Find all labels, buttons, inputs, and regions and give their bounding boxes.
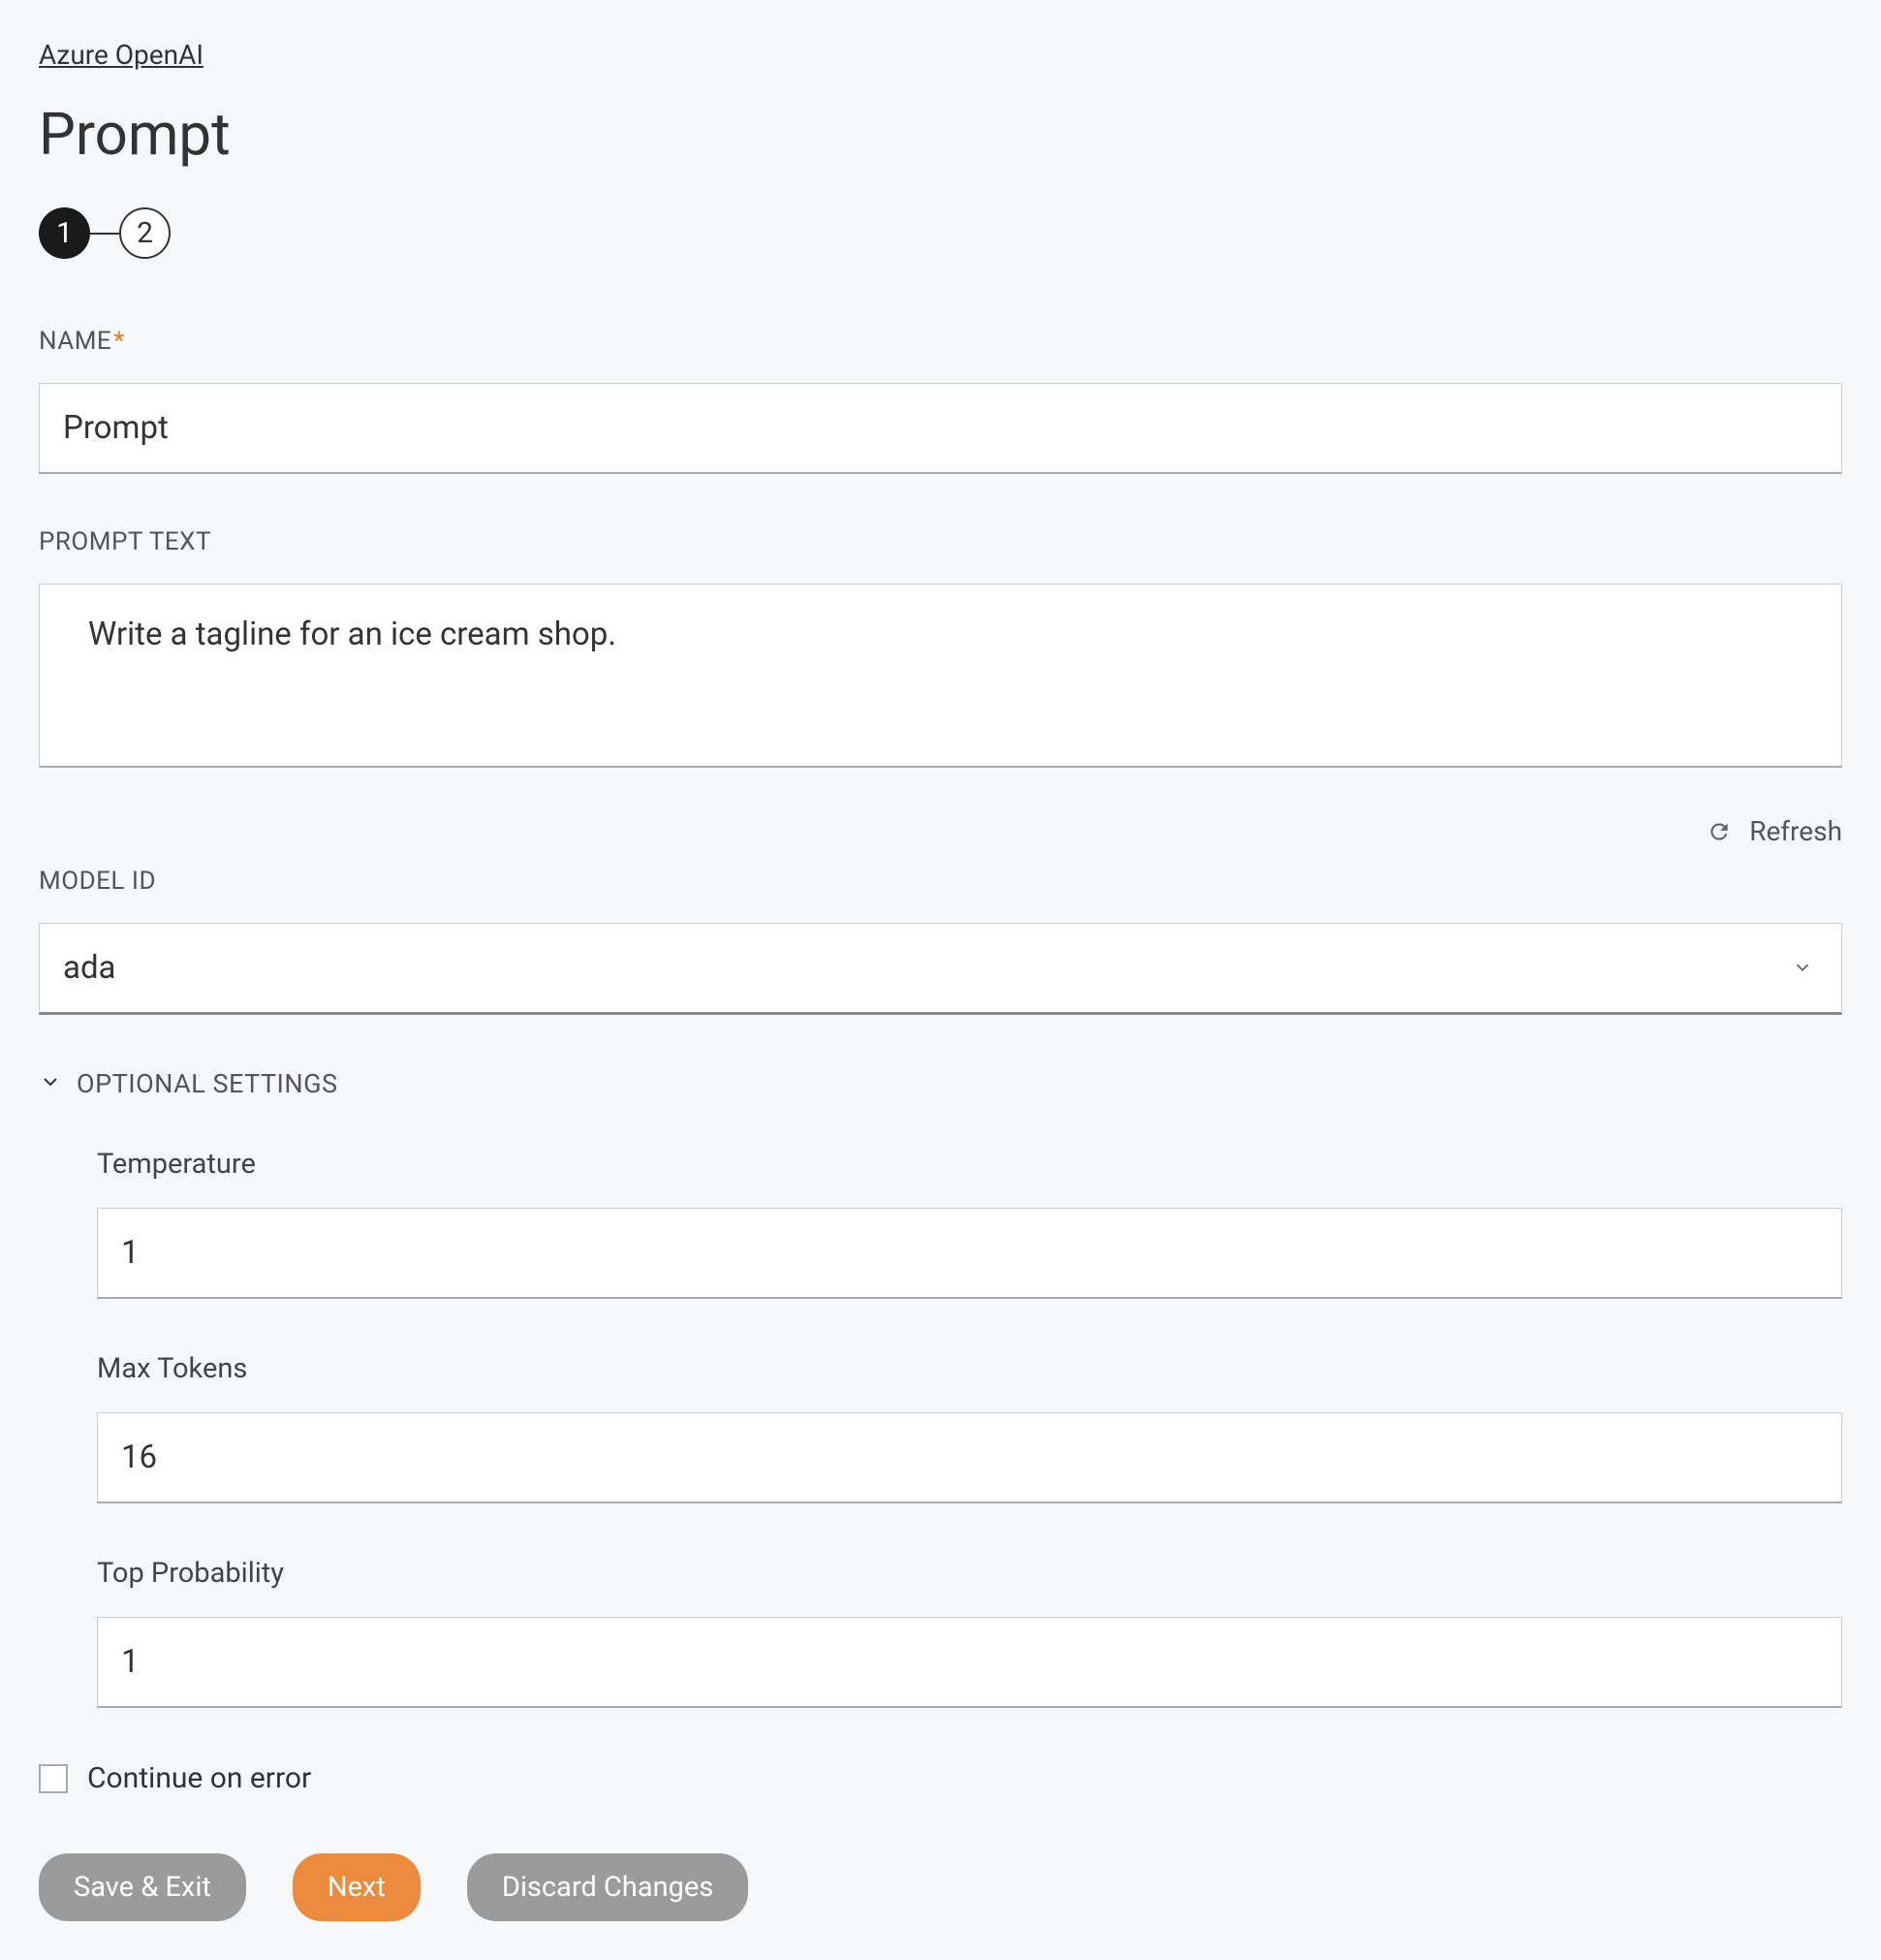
page-title: Prompt (39, 100, 1842, 169)
refresh-icon (1707, 819, 1732, 844)
refresh-label: Refresh (1749, 815, 1842, 847)
discard-button[interactable]: Discard Changes (467, 1853, 748, 1921)
step-connector (90, 233, 119, 235)
save-exit-button[interactable]: Save & Exit (39, 1853, 246, 1921)
model-id-group: MODEL ID ada (39, 867, 1842, 1015)
optional-settings-toggle[interactable]: OPTIONAL SETTINGS (39, 1068, 1842, 1099)
stepper: 1 2 (39, 207, 1842, 259)
prompt-text-group: PROMPT TEXT Write a tagline for an ice c… (39, 527, 1842, 772)
model-id-select[interactable]: ada (39, 923, 1842, 1015)
continue-on-error-row: Continue on error (39, 1761, 1842, 1795)
name-label-text: NAME (39, 327, 111, 356)
continue-on-error-label: Continue on error (87, 1761, 311, 1795)
name-label: NAME* (39, 327, 1842, 356)
optional-settings-label: OPTIONAL SETTINGS (77, 1068, 338, 1099)
top-probability-label: Top Probability (97, 1557, 1842, 1590)
max-tokens-input[interactable] (97, 1412, 1842, 1503)
top-probability-input[interactable] (97, 1617, 1842, 1708)
button-row: Save & Exit Next Discard Changes (39, 1853, 1842, 1921)
prompt-text-input[interactable]: Write a tagline for an ice cream shop. (39, 584, 1842, 768)
temperature-input[interactable] (97, 1208, 1842, 1299)
step-1[interactable]: 1 (39, 207, 90, 259)
top-probability-group: Top Probability (97, 1557, 1842, 1708)
max-tokens-group: Max Tokens (97, 1352, 1842, 1503)
model-id-select-wrapper: ada (39, 923, 1842, 1015)
step-2[interactable]: 2 (119, 207, 171, 259)
chevron-down-icon (39, 1070, 62, 1097)
name-field-group: NAME* (39, 327, 1842, 474)
prompt-text-label: PROMPT TEXT (39, 527, 1842, 556)
model-id-label: MODEL ID (39, 867, 1842, 896)
name-input[interactable] (39, 383, 1842, 474)
refresh-button[interactable]: Refresh (39, 815, 1842, 847)
max-tokens-label: Max Tokens (97, 1352, 1842, 1385)
temperature-label: Temperature (97, 1148, 1842, 1181)
next-button[interactable]: Next (293, 1853, 421, 1921)
temperature-group: Temperature (97, 1148, 1842, 1299)
continue-on-error-checkbox[interactable] (39, 1764, 68, 1793)
breadcrumb-link[interactable]: Azure OpenAI (39, 39, 204, 71)
optional-settings-panel: Temperature Max Tokens Top Probability (39, 1148, 1842, 1708)
required-asterisk: * (113, 327, 125, 356)
